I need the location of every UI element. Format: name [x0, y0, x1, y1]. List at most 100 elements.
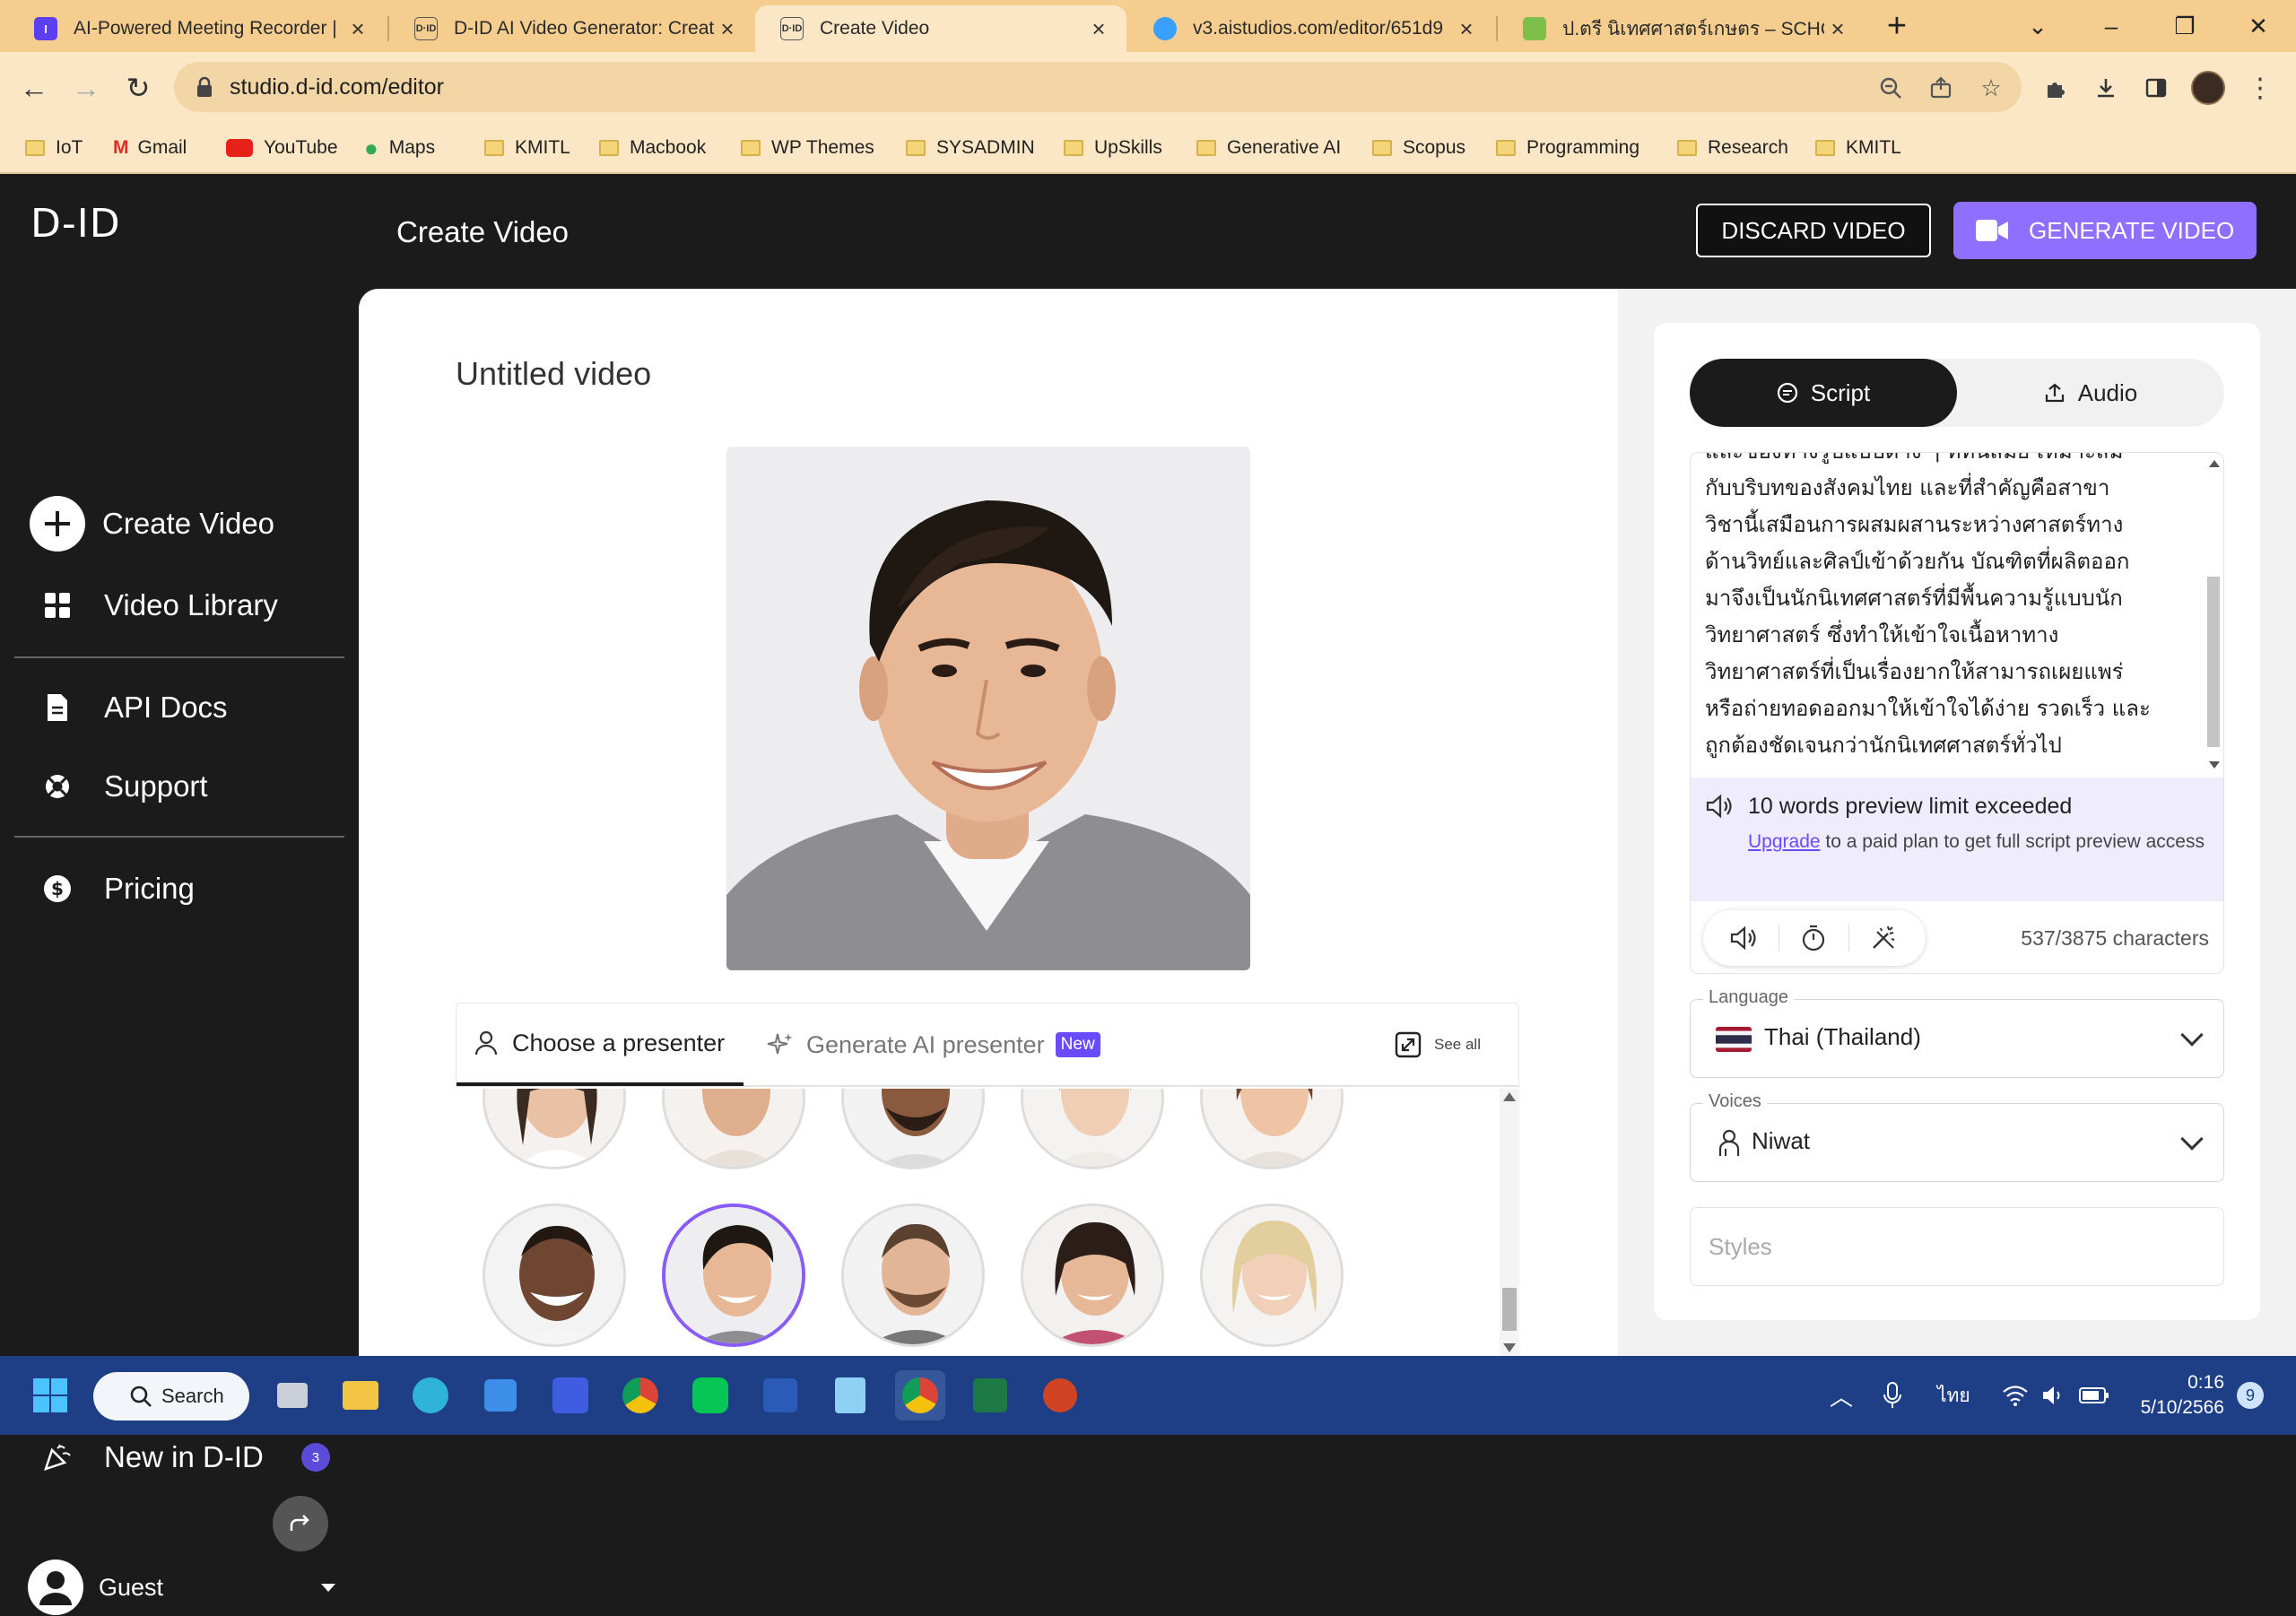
- input-language[interactable]: ไทย: [1937, 1356, 1970, 1435]
- tray-chevron-up-icon[interactable]: ︿: [1830, 1356, 1853, 1435]
- chrome-active-icon[interactable]: [895, 1370, 945, 1421]
- minimize-button[interactable]: –: [2075, 0, 2147, 52]
- scroll-up-arrow-icon[interactable]: [1503, 1092, 1516, 1101]
- tab-generate-ai-presenter[interactable]: Generate AI presenter New: [767, 1003, 1100, 1086]
- scrollbar-thumb[interactable]: [1502, 1288, 1517, 1331]
- voices-select[interactable]: Voices Niwat: [1690, 1103, 2224, 1182]
- microphone-icon[interactable]: [1883, 1356, 1901, 1435]
- notepad-icon[interactable]: [825, 1370, 875, 1421]
- tab-search-chevron-icon[interactable]: ⌄: [2002, 0, 2074, 52]
- line-app-icon[interactable]: [685, 1370, 735, 1421]
- presenter-grid-scrollbar[interactable]: [1500, 1089, 1519, 1356]
- file-explorer-icon[interactable]: [335, 1370, 386, 1421]
- presenter-avatar[interactable]: [1021, 1203, 1164, 1347]
- edge-icon[interactable]: [405, 1370, 456, 1421]
- bookmark-iot[interactable]: IoT: [25, 124, 83, 172]
- styles-select[interactable]: Styles: [1690, 1207, 2224, 1286]
- browser-tab[interactable]: D·ID D-ID AI Video Generator: Creat ×: [389, 5, 755, 52]
- bookmark-macbook[interactable]: Macbook: [599, 124, 706, 172]
- bookmark-gmail[interactable]: MGmail: [113, 124, 187, 172]
- forward-arrow-icon[interactable]: →: [61, 63, 111, 113]
- wifi-icon[interactable]: [2002, 1356, 2029, 1435]
- new-tab-button[interactable]: +: [1866, 0, 1928, 52]
- back-arrow-icon[interactable]: ←: [9, 63, 59, 113]
- tab-choose-presenter[interactable]: Choose a presenter: [457, 1003, 744, 1086]
- side-panel-icon[interactable]: [2136, 63, 2176, 113]
- scroll-down-arrow-icon[interactable]: [2209, 761, 2220, 769]
- browser-tab[interactable]: ป.ตรี นิเทศศาสตร์เกษตร – SCHOO ×: [1498, 5, 1866, 52]
- bookmark-youtube[interactable]: YouTube: [226, 124, 338, 172]
- scroll-up-arrow-icon[interactable]: [2209, 460, 2220, 467]
- browser-tab-active[interactable]: D·ID Create Video ×: [755, 5, 1126, 52]
- powerpoint-icon[interactable]: [1035, 1370, 1085, 1421]
- upgrade-link[interactable]: Upgrade: [1748, 831, 1821, 852]
- bookmark-sysadmin[interactable]: SYSADMIN: [906, 124, 1035, 172]
- browser-menu-icon[interactable]: ⋮: [2240, 63, 2280, 113]
- notification-center[interactable]: 9: [2237, 1356, 2264, 1435]
- close-window-button[interactable]: ✕: [2222, 0, 2294, 52]
- magic-wand-button[interactable]: [1852, 910, 1915, 966]
- bookmark-research[interactable]: Research: [1677, 124, 1788, 172]
- presenter-avatar[interactable]: [1200, 1089, 1344, 1169]
- sidebar-item-api-docs[interactable]: API Docs: [41, 691, 228, 725]
- sidebar-item-create-video[interactable]: Create Video: [27, 495, 274, 552]
- scrollbar-thumb[interactable]: [2207, 577, 2220, 747]
- script-textarea[interactable]: และของทางรูปแบบต่าง ๆ ที่ทันสมัย เหมาะสม…: [1705, 453, 2189, 778]
- share-icon[interactable]: [1921, 63, 1961, 113]
- add-pause-button[interactable]: [1782, 910, 1845, 966]
- script-scrollbar[interactable]: [2204, 453, 2223, 778]
- close-tab-icon[interactable]: ×: [1085, 15, 1112, 43]
- tab-audio[interactable]: Audio: [1957, 359, 2224, 427]
- downloads-icon[interactable]: [2086, 63, 2126, 113]
- close-tab-icon[interactable]: ×: [714, 15, 741, 43]
- presenter-avatar[interactable]: [662, 1089, 805, 1169]
- browser-tab[interactable]: v3.aistudios.com/editor/651d9 ×: [1128, 5, 1494, 52]
- presenter-avatar-selected[interactable]: [662, 1203, 805, 1347]
- sidebar-item-new-in-d-id[interactable]: New in D-ID 3: [41, 1440, 330, 1474]
- video-title[interactable]: Untitled video: [456, 355, 651, 393]
- close-tab-icon[interactable]: ×: [344, 15, 371, 43]
- pen-app-icon[interactable]: [545, 1370, 596, 1421]
- battery-icon[interactable]: [2079, 1356, 2109, 1435]
- browser-tab[interactable]: I AI-Powered Meeting Recorder | ×: [9, 5, 386, 52]
- tab-script[interactable]: Script: [1690, 359, 1957, 427]
- address-bar[interactable]: studio.d-id.com/editor: [174, 62, 2022, 112]
- volume-icon[interactable]: [2041, 1356, 2066, 1435]
- presenter-avatar[interactable]: [483, 1089, 626, 1169]
- zoom-icon[interactable]: [1871, 63, 1910, 113]
- restore-button[interactable]: ❐: [2149, 0, 2221, 52]
- profile-avatar-icon[interactable]: [2188, 63, 2228, 113]
- presenter-avatar[interactable]: [841, 1203, 985, 1347]
- scroll-down-arrow-icon[interactable]: [1503, 1343, 1516, 1352]
- excel-icon[interactable]: [965, 1370, 1015, 1421]
- clock[interactable]: 0:16 5/10/2566: [2131, 1356, 2224, 1435]
- d-id-logo[interactable]: D-ID: [30, 201, 121, 247]
- sidebar-item-support[interactable]: Support: [41, 769, 208, 804]
- bookmark-programming[interactable]: Programming: [1496, 124, 1639, 172]
- presenter-avatar[interactable]: [841, 1089, 985, 1169]
- bookmark-scopus[interactable]: Scopus: [1372, 124, 1465, 172]
- script-editor[interactable]: และของทางรูปแบบต่าง ๆ ที่ทันสมัย เหมาะสม…: [1690, 452, 2224, 974]
- bookmark-kmitl-2[interactable]: KMITL: [1815, 124, 1901, 172]
- close-tab-icon[interactable]: ×: [1453, 15, 1480, 43]
- reload-icon[interactable]: ↻: [113, 63, 163, 113]
- presenter-avatar[interactable]: [1200, 1203, 1344, 1347]
- see-all-button[interactable]: See all: [1395, 1003, 1481, 1086]
- bookmark-star-icon[interactable]: ☆: [1971, 63, 2011, 113]
- generate-video-button[interactable]: GENERATE VIDEO: [1953, 202, 2257, 259]
- word-icon[interactable]: [755, 1370, 805, 1421]
- bookmark-upskills[interactable]: UpSkills: [1064, 124, 1162, 172]
- language-select[interactable]: Language Thai (Thailand): [1690, 999, 2224, 1078]
- store-icon[interactable]: [475, 1370, 526, 1421]
- chrome-profile-icon[interactable]: [615, 1370, 665, 1421]
- discard-video-button[interactable]: DISCARD VIDEO: [1696, 204, 1931, 257]
- presenter-avatar[interactable]: [1021, 1089, 1164, 1169]
- collapse-sidebar-button[interactable]: [273, 1496, 328, 1551]
- sidebar-item-video-library[interactable]: Video Library: [41, 588, 278, 622]
- extensions-icon[interactable]: [2036, 63, 2075, 113]
- preview-audio-button[interactable]: [1712, 910, 1775, 966]
- bookmark-maps[interactable]: ●Maps: [364, 124, 435, 172]
- taskbar-search[interactable]: Search: [93, 1372, 249, 1421]
- bookmark-kmitl[interactable]: KMITL: [484, 124, 570, 172]
- bookmark-generative-ai[interactable]: Generative AI: [1196, 124, 1341, 172]
